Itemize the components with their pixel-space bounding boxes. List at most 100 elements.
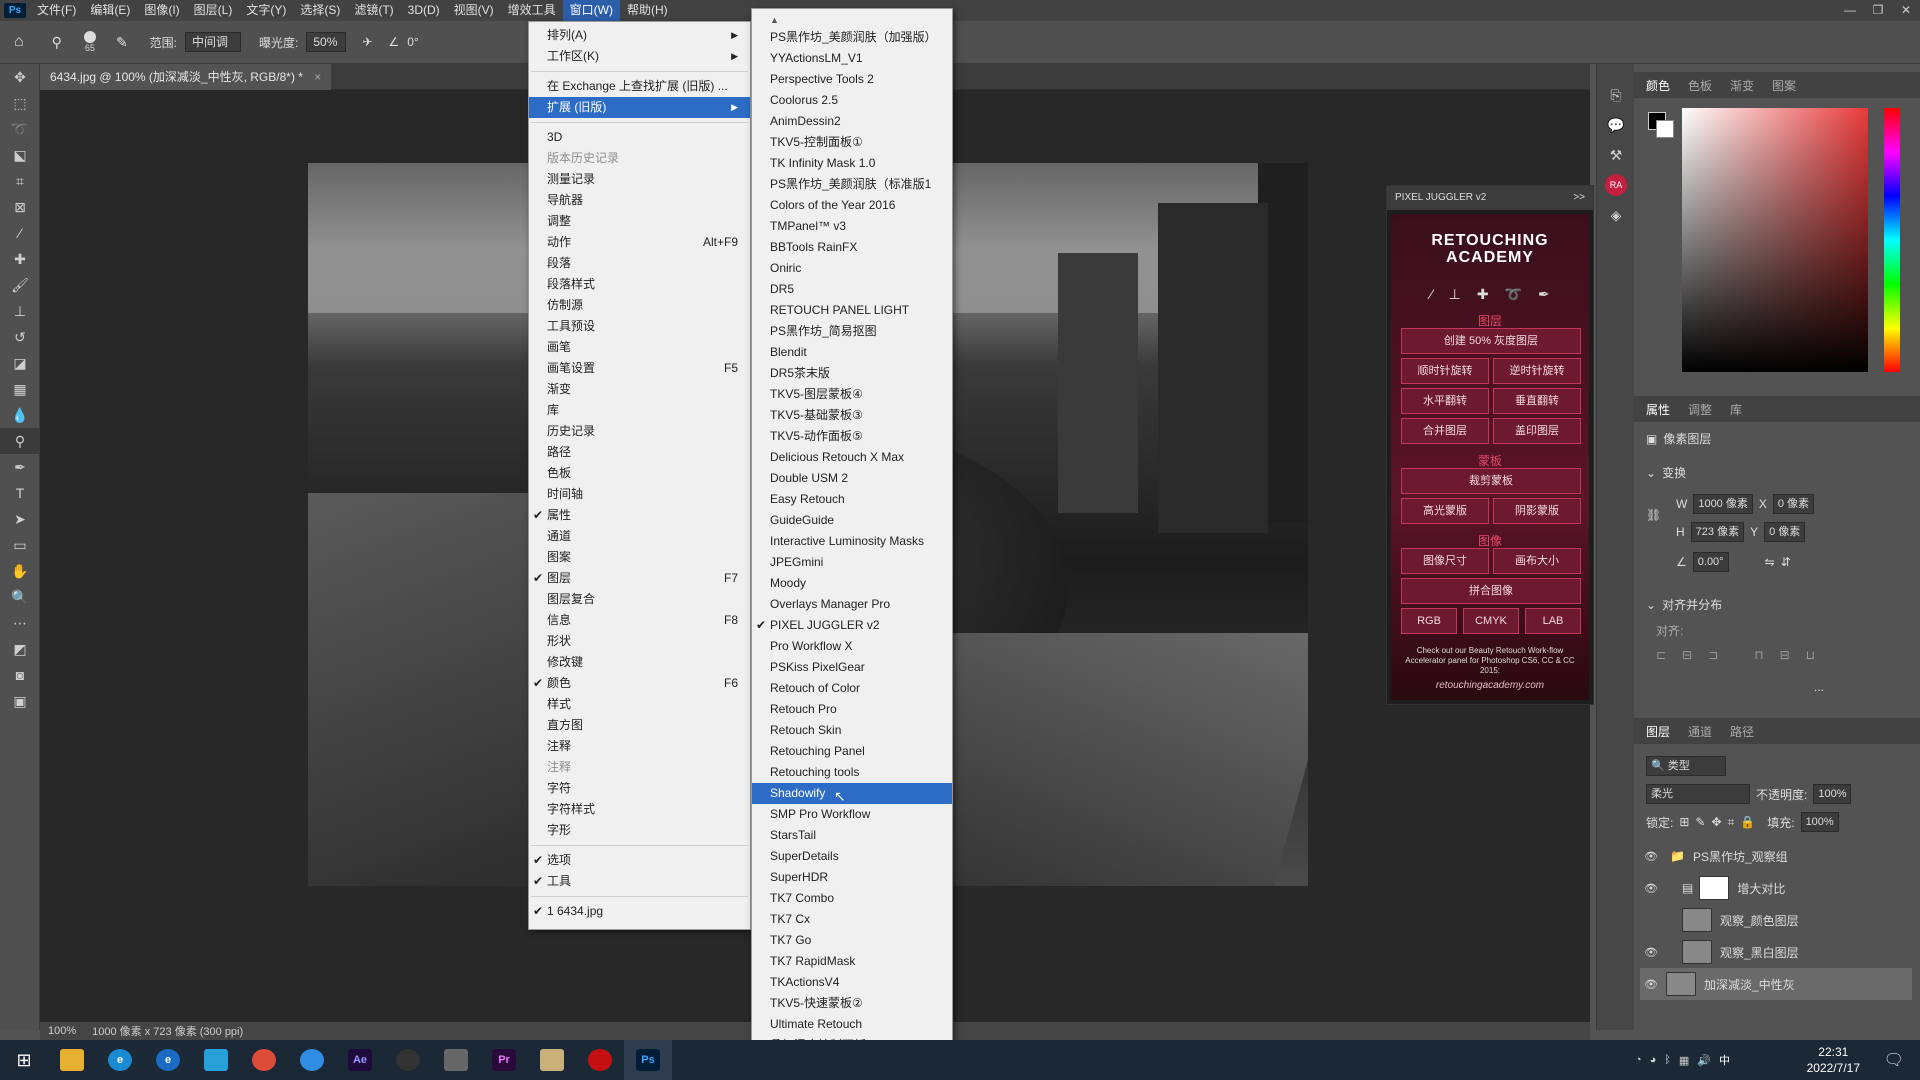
- menu-item[interactable]: 字符: [529, 778, 750, 799]
- menu-item[interactable]: 信息 F8: [529, 610, 750, 631]
- layer-filter-select[interactable]: 🔍 类型: [1646, 756, 1726, 776]
- volume-icon[interactable]: 🔊: [1697, 1054, 1711, 1067]
- extension-item[interactable]: SuperDetails: [752, 846, 952, 867]
- tab-adjustments[interactable]: 调整: [1688, 401, 1712, 418]
- angle-value[interactable]: 0°: [407, 35, 418, 49]
- extension-item[interactable]: TK7 Cx: [752, 909, 952, 930]
- extension-item[interactable]: RETOUCH PANEL LIGHT: [752, 300, 952, 321]
- extension-item[interactable]: Ultimate Retouch: [752, 1014, 952, 1035]
- after-effects-icon[interactable]: Ae: [336, 1040, 384, 1080]
- menu-item[interactable]: ✔ 属性: [529, 505, 750, 526]
- extension-item[interactable]: TKV5-动作面板⑤: [752, 426, 952, 447]
- menu-item-extensions-legacy[interactable]: 扩展 (旧版) ▶: [529, 97, 750, 118]
- extension-item[interactable]: Pro Workflow X: [752, 636, 952, 657]
- windows-start-icon[interactable]: ⊞: [0, 1040, 48, 1080]
- create-gray-layer-button[interactable]: 创建 50% 灰度图层: [1401, 328, 1581, 354]
- menu-item[interactable]: 修改键: [529, 652, 750, 673]
- extension-item[interactable]: TKV5-控制面板①: [752, 132, 952, 153]
- extension-item[interactable]: TK7 Combo: [752, 888, 952, 909]
- rgb-button[interactable]: RGB: [1401, 608, 1457, 634]
- menu-item[interactable]: 仿制源: [529, 295, 750, 316]
- hue-slider[interactable]: [1884, 108, 1900, 372]
- align-top-icon[interactable]: ⊓: [1754, 648, 1763, 662]
- x-input[interactable]: 0 像素: [1772, 494, 1815, 514]
- angle-input[interactable]: 0.00°: [1692, 552, 1729, 572]
- flip-h-icon[interactable]: ⇋: [1765, 555, 1775, 569]
- extension-item[interactable]: Retouch Pro: [752, 699, 952, 720]
- document-tab[interactable]: 6434.jpg @ 100% (加深减淡_中性灰, RGB/8*) * ×: [40, 64, 332, 90]
- menu-item[interactable]: 时间轴: [529, 484, 750, 505]
- extension-item[interactable]: Easy Retouch: [752, 489, 952, 510]
- tray-icon[interactable]: ◔: [1635, 1054, 1642, 1066]
- menu-item[interactable]: 图层复合: [529, 589, 750, 610]
- menu-item[interactable]: 色板: [529, 463, 750, 484]
- color-swatches-icon[interactable]: ◩: [0, 636, 40, 662]
- stamp-icon[interactable]: ⊥: [1449, 286, 1461, 303]
- extension-item[interactable]: Perspective Tools 2: [752, 69, 952, 90]
- menu-item[interactable]: 段落样式: [529, 274, 750, 295]
- extension-item[interactable]: Oniric: [752, 258, 952, 279]
- extension-item[interactable]: TKV5-基础蒙板③: [752, 405, 952, 426]
- move-tool-icon[interactable]: ✥: [0, 64, 40, 90]
- eraser-tool-icon[interactable]: ◪: [0, 350, 40, 376]
- ie-icon[interactable]: e: [96, 1040, 144, 1080]
- rotate-cw-button[interactable]: 顺时针旋转: [1401, 358, 1489, 384]
- tray-icon[interactable]: ◕: [1650, 1054, 1657, 1066]
- tab-close-icon[interactable]: ×: [314, 70, 321, 84]
- extension-item[interactable]: Colors of the Year 2016: [752, 195, 952, 216]
- app-icon[interactable]: [528, 1040, 576, 1080]
- extension-item[interactable]: TMPanel™ v3: [752, 216, 952, 237]
- transform-header[interactable]: ⌄ 变换: [1646, 464, 1686, 481]
- tab-paths[interactable]: 路径: [1730, 723, 1754, 740]
- extension-item[interactable]: PS黑作坊_美颜润肤（标准版1: [752, 174, 952, 195]
- app-icon[interactable]: [192, 1040, 240, 1080]
- path-select-tool-icon[interactable]: ➤: [0, 506, 40, 532]
- width-input[interactable]: 1000 像素: [1693, 494, 1753, 514]
- recorder-icon[interactable]: [576, 1040, 624, 1080]
- highlight-mask-button[interactable]: 高光蒙版: [1401, 498, 1489, 524]
- rotate-ccw-button[interactable]: 逆时针旋转: [1493, 358, 1581, 384]
- menu-item[interactable]: 调整: [529, 211, 750, 232]
- menu-window[interactable]: 窗口(W): [562, 0, 620, 21]
- airbrush-icon[interactable]: ✈: [362, 35, 372, 49]
- zoom-tool-icon[interactable]: 🔍: [0, 584, 40, 610]
- menu-item[interactable]: ✔ 颜色 F6: [529, 673, 750, 694]
- extension-item[interactable]: TK Infinity Mask 1.0: [752, 153, 952, 174]
- menu-plugins[interactable]: 增效工具: [501, 0, 563, 21]
- pen-icon[interactable]: ✒: [1538, 286, 1550, 303]
- bandage-icon[interactable]: ✚: [1477, 286, 1489, 303]
- menu-item[interactable]: 图案: [529, 547, 750, 568]
- align-hcenter-icon[interactable]: ⊟: [1682, 648, 1692, 662]
- align-right-icon[interactable]: ⊐: [1708, 648, 1718, 662]
- premiere-icon[interactable]: Pr: [480, 1040, 528, 1080]
- bluetooth-icon[interactable]: ᛒ: [1664, 1054, 1671, 1066]
- extension-item[interactable]: PSKiss PixelGear: [752, 657, 952, 678]
- menu-type[interactable]: 文字(Y): [239, 0, 293, 21]
- lab-button[interactable]: LAB: [1525, 608, 1581, 634]
- object-select-tool-icon[interactable]: ⬕: [0, 142, 40, 168]
- plugin-panel-icon[interactable]: ◈: [1597, 200, 1635, 230]
- dodge-tool-icon[interactable]: ⚲: [52, 34, 62, 51]
- extension-item[interactable]: Interactive Luminosity Masks: [752, 531, 952, 552]
- menu-item[interactable]: ✔ 1 6434.jpg: [529, 901, 750, 922]
- eye-icon[interactable]: 👁: [1640, 882, 1662, 895]
- exposure-input[interactable]: 50%: [306, 32, 347, 52]
- stamp-layers-button[interactable]: 盖印图层: [1493, 418, 1581, 444]
- more-tools-icon[interactable]: ⋯: [0, 610, 40, 636]
- file-explorer-icon[interactable]: [48, 1040, 96, 1080]
- extension-item[interactable]: SuperHDR: [752, 867, 952, 888]
- layer-row[interactable]: 👁 观察_黑白图层: [1640, 936, 1912, 968]
- extension-item[interactable]: AnimDessin2: [752, 111, 952, 132]
- edge-icon[interactable]: e: [144, 1040, 192, 1080]
- brush-panel-icon[interactable]: ⚒: [1597, 140, 1635, 170]
- y-input[interactable]: 0 像素: [1764, 522, 1806, 542]
- align-vcenter-icon[interactable]: ⊟: [1780, 648, 1790, 662]
- menu-layer[interactable]: 图层(L): [187, 0, 240, 21]
- tab-channels[interactable]: 通道: [1688, 723, 1712, 740]
- quick-mask-icon[interactable]: ◙: [0, 662, 40, 688]
- home-icon[interactable]: ⌂: [14, 33, 24, 51]
- blur-tool-icon[interactable]: 💧: [0, 402, 40, 428]
- lasso-tool-icon[interactable]: ➰: [0, 116, 40, 142]
- menu-item[interactable]: 字形: [529, 820, 750, 841]
- screen-mode-icon[interactable]: ▣: [0, 688, 40, 714]
